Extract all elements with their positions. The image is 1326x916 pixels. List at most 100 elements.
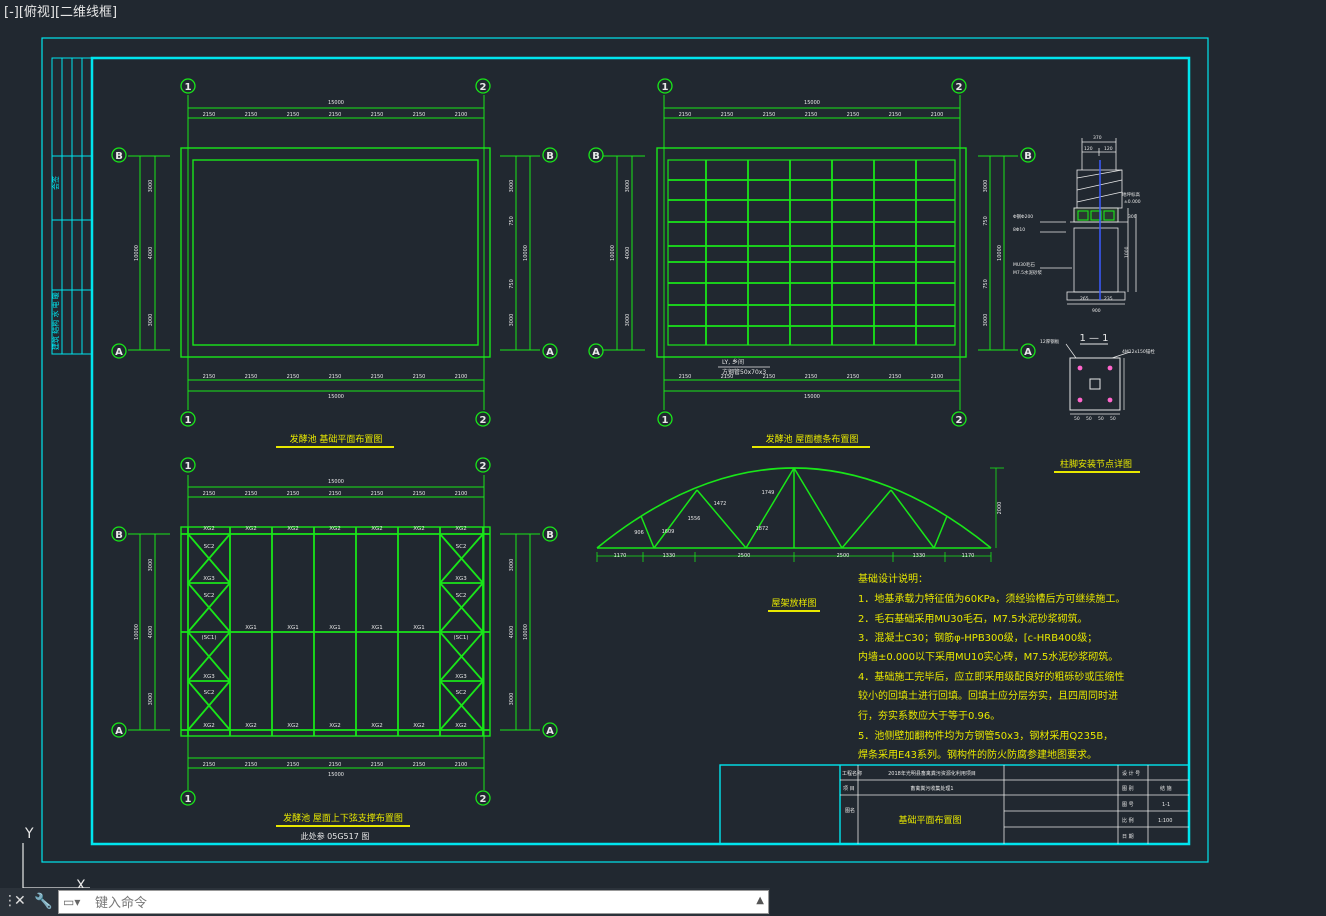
p3-xg2-6: XG2 <box>413 526 425 532</box>
p1-span-3: 2150 <box>287 112 300 118</box>
p2-span-6: 2150 <box>889 112 902 118</box>
p2-vert-3: 3000 <box>625 314 631 327</box>
p2-right-total: 10000 <box>997 245 1003 261</box>
close-icon[interactable]: ✕ <box>14 893 26 909</box>
p1-span-b5: 2150 <box>371 374 384 380</box>
p3-span-b6: 2150 <box>413 762 426 768</box>
p2-span-b4: 2150 <box>805 374 818 380</box>
p3-span-b1: 2150 <box>203 762 216 768</box>
ucs-y-label: Y <box>24 826 34 842</box>
detail-sub-dim-1: 120 <box>1084 146 1093 152</box>
p3-right-3: 3000 <box>509 693 515 706</box>
tb-number-label: 图 号 <box>1122 802 1134 808</box>
truss-len-2: 1609 <box>662 529 675 535</box>
truss-len-1: 906 <box>634 530 644 536</box>
p3-xg2-b4: XG2 <box>329 723 341 729</box>
p1-span-5: 2150 <box>371 112 384 118</box>
p3-span-6: 2150 <box>413 491 426 497</box>
p2-span-b7: 2100 <box>931 374 944 380</box>
detail-top-dim: 370 <box>1093 135 1102 141</box>
p2-vert-2: 4000 <box>625 247 631 260</box>
p3-sc2-r3: SC2 <box>456 690 467 696</box>
notes-line-1: 1．地基承载力特征值为60KPa，须经验槽后方可继续施工。 <box>858 592 1125 605</box>
detail-material-1: MU30毛石 <box>1013 261 1035 268</box>
p3-xg2-b6: XG2 <box>413 723 425 729</box>
plan-bracing: XG2 XG2 XG2 XG2 XG2 XG2 XG2 XG2 XG2 XG2 … <box>111 457 558 841</box>
p3-span-2: 2150 <box>245 491 258 497</box>
p2-title: 发酵池 屋面檩条布置图 <box>766 433 859 445</box>
p3-sc2-r1: SC2 <box>456 544 467 550</box>
p2-span-b5: 2150 <box>847 374 860 380</box>
p3-axis-b-right: B <box>546 530 554 541</box>
p1-span-b3: 2150 <box>287 374 300 380</box>
p3-xg2-5: XG2 <box>371 526 383 532</box>
notes-line-8: 5．池侧壁加翻构件均为方钢管50x3，钢材采用Q235B， <box>858 729 1113 742</box>
p1-span-1: 2150 <box>203 112 216 118</box>
p3-sc1-l: (SC1) <box>201 635 216 641</box>
command-history-up-icon[interactable]: ▲ <box>756 895 764 906</box>
wrench-icon[interactable]: 🔧 <box>34 892 53 910</box>
command-prompt-icon[interactable]: ▭▾ <box>63 895 80 909</box>
detail-plate-dim-2: 50 <box>1086 416 1092 422</box>
tb-project-label: 工程名称 <box>842 770 862 777</box>
p3-subtitle: 此处参 05G517 图 <box>301 831 370 841</box>
detail-plate-note: 4M12x150锚栓 <box>1122 348 1155 355</box>
p2-dim-total-top: 15000 <box>804 100 820 106</box>
p2-axis-a-right: A <box>1024 347 1032 358</box>
p3-axis-b-left: B <box>115 530 123 541</box>
p1-vert-3: 3000 <box>148 314 154 327</box>
p2-note1: LY, 乡间 <box>722 358 744 366</box>
notes-line-2: 2．毛石基础采用MU30毛石，M7.5水泥砂浆砌筑。 <box>858 612 1088 625</box>
detail-plate-dim-1: 50 <box>1074 416 1080 422</box>
detail-title: 柱脚安装节点详图 <box>1060 458 1132 470</box>
truss-dim-2: 1330 <box>663 553 676 559</box>
p1-span-b2: 2150 <box>245 374 258 380</box>
drawing-canvas[interactable]: 会签 建筑 结构 水 电 暖 15000 15000 2150 2150 215… <box>0 0 1326 916</box>
command-input[interactable] <box>93 893 747 913</box>
p3-axis-2-bottom: 2 <box>480 794 487 805</box>
truss-dim-5: 1330 <box>913 553 926 559</box>
p2-axis-2-bottom: 2 <box>956 415 963 426</box>
p1-title: 发酵池 基础平面布置图 <box>290 433 383 445</box>
truss-len-5: 1749 <box>762 490 775 496</box>
p1-span-b1: 2150 <box>203 374 216 380</box>
sign-strip-bottom: 建筑 结构 水 电 暖 <box>51 292 60 350</box>
p2-span-b1: 2150 <box>679 374 692 380</box>
truss-dim-4: 2500 <box>837 553 850 559</box>
detail-plate-dim-4: 50 <box>1110 416 1116 422</box>
p1-axis-2-bottom: 2 <box>480 415 487 426</box>
p1-dim-total-top: 15000 <box>328 100 344 106</box>
p2-axis-a-left: A <box>592 347 600 358</box>
p3-xg2-b5: XG2 <box>371 723 383 729</box>
detail-dim-bottom-1: 265 <box>1080 296 1089 302</box>
truss-len-4: 1472 <box>714 501 727 507</box>
p1-right-2: 750 <box>509 216 515 226</box>
p3-xg2-4: XG2 <box>329 526 341 532</box>
tb-scale-label: 比 例 <box>1122 817 1134 824</box>
p3-dim-total-bottom: 15000 <box>328 772 344 778</box>
p3-span-4: 2150 <box>329 491 342 497</box>
p1-right-1: 3000 <box>509 180 515 193</box>
p2-span-b2: 2150 <box>721 374 734 380</box>
p3-vert-1: 3000 <box>148 559 154 572</box>
detail-width: 900 <box>1092 308 1101 314</box>
detail-plate-left: 12厚钢板 <box>1040 338 1060 345</box>
tb-designer: 设 计 号 <box>1122 770 1140 777</box>
p3-xg3-l2: XG3 <box>203 674 215 680</box>
p2-span-b3: 2150 <box>763 374 776 380</box>
detail-rebar: 8Φ10 <box>1013 227 1025 233</box>
p2-right-4: 3000 <box>983 314 989 327</box>
p3-span-7: 2100 <box>455 491 468 497</box>
p1-span-b4: 2150 <box>329 374 342 380</box>
detail-right-dim-1: 300 <box>1128 214 1137 220</box>
plan-purlins: LY, 乡间 方钢管50x70x3 15000 15000 2150 2150 … <box>588 78 1036 448</box>
p1-axis-1-bottom: 1 <box>185 415 192 426</box>
p2-span-5: 2150 <box>847 112 860 118</box>
p3-right-2: 4000 <box>509 626 515 639</box>
p2-right-3: 750 <box>983 279 989 289</box>
p2-right-2: 750 <box>983 216 989 226</box>
notes-line-7: 行，夯实系数应大于等于0.96。 <box>858 709 1000 722</box>
title-block: 工程名称 2018年光明县畜禽粪污资源化利用项目 项 目 畜禽粪污收集处理1 图… <box>719 764 1190 845</box>
p3-height-total: 10000 <box>134 624 140 640</box>
p3-xg3-l1: XG3 <box>203 576 215 582</box>
